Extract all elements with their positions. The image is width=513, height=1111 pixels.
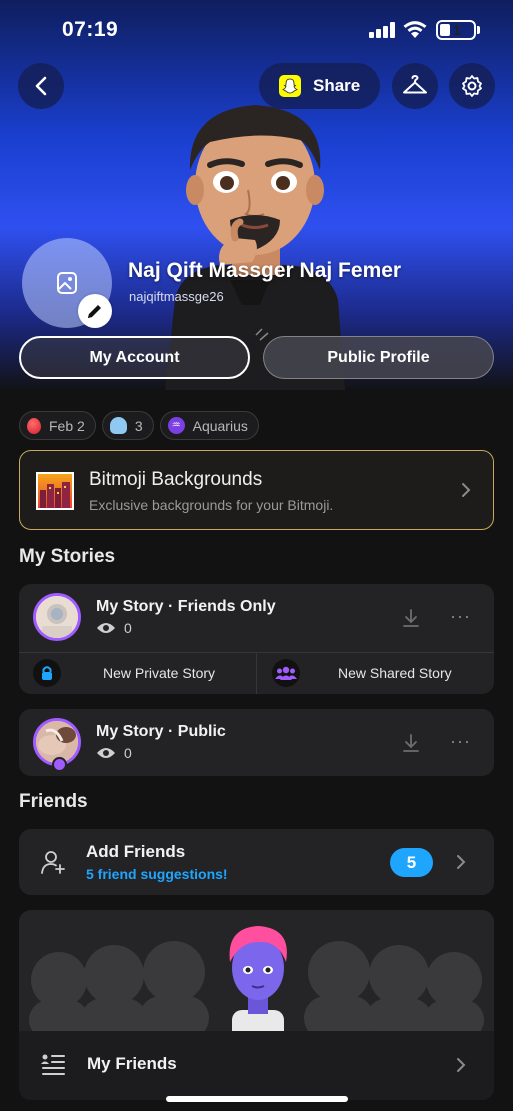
public-story-title[interactable]: My Story · Public (96, 723, 226, 741)
image-icon (57, 272, 77, 294)
settings-button[interactable] (449, 63, 495, 109)
new-shared-story-label: New Shared Story (338, 665, 452, 681)
bitmoji-backgrounds-card[interactable]: Bitmoji Backgrounds Exclusive background… (19, 450, 494, 530)
snapstreak-chip[interactable]: 3 (101, 411, 154, 440)
group-icon (272, 659, 300, 687)
add-friends-title: Add Friends (86, 842, 186, 861)
my-friends-card[interactable]: My Friends (19, 910, 494, 1100)
friends-only-view-count: 0 (124, 620, 132, 636)
back-button[interactable] (18, 63, 64, 109)
more-options-icon[interactable]: ··· (450, 606, 471, 627)
zodiac-chip[interactable]: ♒ Aquarius (159, 411, 259, 440)
home-indicator (166, 1096, 348, 1102)
wifi-icon (403, 21, 427, 38)
pencil-icon (88, 305, 101, 318)
public-profile-button[interactable]: Public Profile (263, 336, 494, 379)
bitmoji-backgrounds-subtitle: Exclusive backgrounds for your Bitmoji. (89, 497, 334, 513)
friends-only-story-title[interactable]: My Story · Friends Only (96, 598, 276, 616)
profile-chips: Feb 2 3 ♒ Aquarius (19, 411, 259, 440)
hanger-button[interactable] (392, 63, 438, 109)
chevron-right-icon (457, 855, 466, 869)
public-story-card: My Story · Public 0 ··· (19, 709, 494, 776)
battery-icon: 1 (436, 20, 476, 40)
ghost-icon (109, 417, 127, 434)
friends-only-views: 0 (96, 620, 132, 636)
chevron-right-icon (457, 1058, 466, 1072)
chevron-left-icon (35, 76, 47, 96)
story-thumbnail[interactable] (33, 593, 81, 641)
balloon-icon (27, 417, 41, 434)
friend-bitmoji-avatar (229, 926, 287, 1032)
birthday-chip[interactable]: Feb 2 (19, 411, 96, 440)
add-friend-icon (41, 851, 65, 874)
status-bar: 07:19 1 (0, 0, 513, 60)
display-name: Naj Qift Massger Naj Femer (128, 259, 402, 282)
public-view-count: 0 (124, 745, 132, 761)
edit-photo-button[interactable] (78, 294, 112, 328)
add-friends-card[interactable]: Add Friends 5 friend suggestions! 5 (19, 829, 494, 895)
hanger-icon (403, 75, 427, 94)
snapstreak-count: 3 (134, 417, 143, 434)
profile-header: 07:19 1 Share Naj Qift Massger Naj Femer… (0, 0, 513, 392)
new-shared-story-button[interactable]: New Shared Story (272, 652, 452, 694)
globe-badge-icon (52, 757, 67, 772)
zodiac-label: Aquarius (192, 417, 248, 434)
my-account-button[interactable]: My Account (19, 336, 250, 379)
lock-icon (33, 659, 61, 687)
status-time: 07:19 (62, 18, 119, 41)
username: najqiftmassge26 (129, 289, 224, 304)
chevron-right-icon (462, 483, 471, 497)
suggestion-count-badge: 5 (390, 848, 433, 877)
battery-level: 1 (453, 22, 461, 38)
download-icon[interactable] (402, 733, 420, 753)
backgrounds-thumbnail (36, 472, 74, 510)
friend-suggestions-text: 5 friend suggestions! (86, 866, 228, 882)
public-views: 0 (96, 745, 132, 761)
aquarius-icon: ♒ (167, 417, 185, 434)
eye-icon (97, 748, 115, 758)
friends-heading: Friends (19, 791, 88, 812)
signal-icon (369, 22, 397, 38)
new-private-story-button[interactable]: New Private Story (33, 652, 215, 694)
more-options-icon[interactable]: ··· (450, 731, 471, 752)
gear-icon (462, 75, 482, 97)
birthday-label: Feb 2 (49, 417, 85, 434)
new-private-story-label: New Private Story (103, 665, 216, 681)
eye-icon (97, 623, 115, 633)
my-friends-label: My Friends (87, 1054, 177, 1073)
friends-list-icon (41, 1054, 65, 1075)
download-icon[interactable] (402, 608, 420, 628)
my-stories-heading: My Stories (19, 546, 116, 567)
bitmoji-backgrounds-title: Bitmoji Backgrounds (89, 469, 263, 490)
